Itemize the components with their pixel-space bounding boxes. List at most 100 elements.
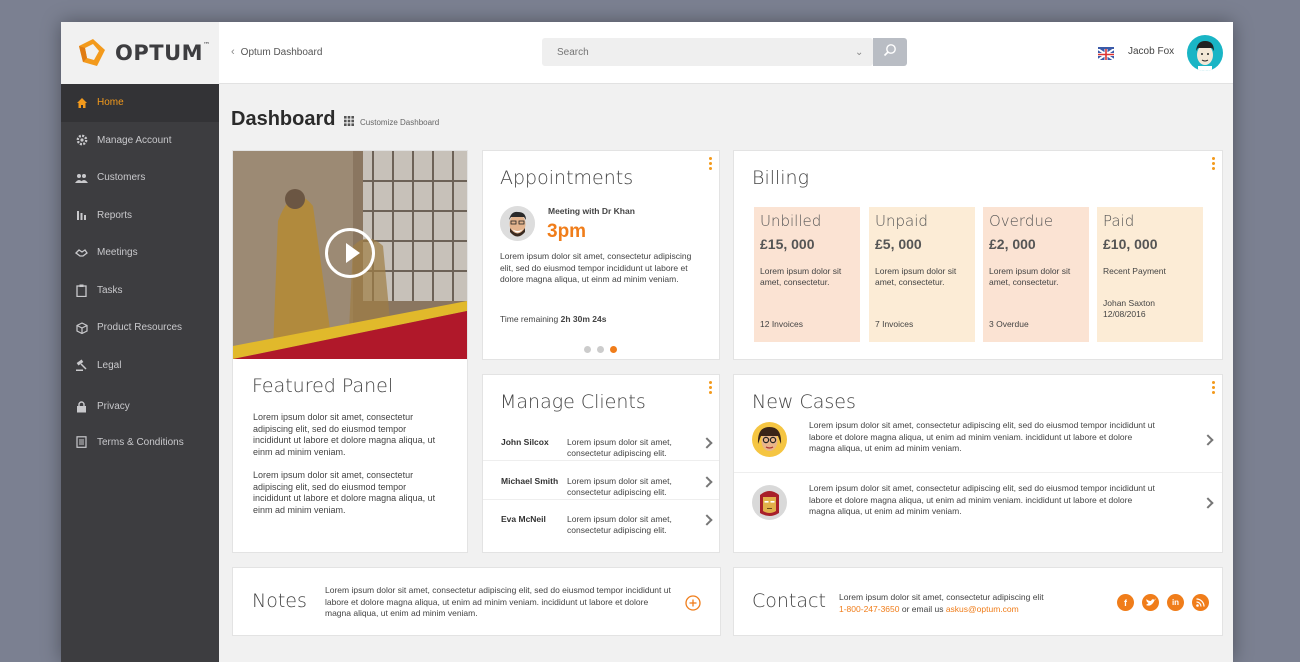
more-options-icon[interactable] (709, 157, 712, 170)
billing-tile-unbilled[interactable]: Unbilled £15, 000 Lorem ipsum dolor sit … (754, 207, 860, 342)
twitter-icon[interactable] (1142, 594, 1159, 611)
users-icon (75, 171, 88, 184)
search-icon (883, 43, 897, 62)
appointments-card: Appointments Meeting with Dr Khan 3pm Lo… (482, 150, 720, 360)
more-options-icon[interactable] (1212, 157, 1215, 170)
social-links: f in (1117, 594, 1209, 611)
contact-text: Lorem ipsum dolor sit amet, consectetur … (839, 592, 1044, 614)
handshake-icon (75, 246, 88, 259)
add-note-icon[interactable] (685, 595, 701, 616)
chevron-right-icon[interactable] (1202, 434, 1214, 446)
chevron-right-icon[interactable] (1202, 497, 1214, 509)
notes-card: Notes Lorem ipsum dolor sit amet, consec… (232, 567, 721, 636)
sidebar-item-label: Manage Account (97, 134, 172, 146)
featured-video-thumbnail[interactable] (233, 151, 467, 359)
case-avatar (752, 485, 787, 520)
chevron-right-icon[interactable] (701, 437, 713, 449)
search-box: ⌄ (542, 38, 873, 66)
sidebar-item-meetings[interactable]: Meetings (61, 234, 219, 272)
sidebar-item-tasks[interactable]: Tasks (61, 272, 219, 310)
bar-chart-icon (75, 209, 88, 222)
billing-tile-unpaid[interactable]: Unpaid £5, 000 Lorem ipsum dolor sit ame… (869, 207, 975, 342)
sidebar-item-terms[interactable]: Terms & Conditions (61, 426, 219, 459)
case-row[interactable]: Lorem ipsum dolor sit amet, consectetur … (734, 410, 1222, 473)
case-avatar (752, 422, 787, 457)
search-button[interactable] (873, 38, 907, 66)
manage-clients-card: Manage Clients John Silcox Lorem ipsum d… (482, 374, 720, 553)
logo[interactable]: OPTUM™ (61, 22, 219, 84)
clipboard-icon (75, 284, 88, 297)
sidebar-item-home[interactable]: Home (61, 84, 219, 122)
uk-flag-icon[interactable] (1097, 47, 1115, 61)
box-icon (75, 321, 88, 334)
home-icon (75, 96, 88, 109)
facebook-icon[interactable]: f (1117, 594, 1134, 611)
billing-tile-overdue[interactable]: Overdue £2, 000 Lorem ipsum dolor sit am… (983, 207, 1089, 342)
client-row[interactable]: Eva McNeil Lorem ipsum dolor sit amet, c… (483, 500, 719, 538)
appointments-title: Appointments (500, 167, 634, 189)
featured-panel-title: Featured Panel (252, 375, 394, 397)
sidebar-item-label: Product Resources (97, 322, 183, 334)
more-options-icon[interactable] (709, 381, 712, 394)
sidebar-item-privacy[interactable]: Privacy (61, 388, 219, 426)
lock-icon (75, 400, 88, 413)
sidebar-item-label: Customers (97, 172, 146, 184)
sidebar-item-customers[interactable]: Customers (61, 159, 219, 197)
customize-dashboard-link[interactable]: Customize Dashboard (344, 116, 439, 128)
breadcrumb[interactable]: ‹ Optum Dashboard (231, 46, 322, 58)
chevron-right-icon[interactable] (701, 476, 713, 488)
sidebar-item-label: Reports (97, 209, 133, 221)
client-row[interactable]: John Silcox Lorem ipsum dolor sit amet, … (483, 423, 719, 461)
more-options-icon[interactable] (1212, 381, 1215, 394)
sidebar-item-label: Privacy (97, 401, 130, 413)
customize-label: Customize Dashboard (360, 117, 440, 127)
case-row[interactable]: Lorem ipsum dolor sit amet, consectetur … (734, 473, 1222, 536)
grid-icon (344, 116, 354, 128)
top-header: ‹ Optum Dashboard ⌄ Jacob Fox (219, 22, 1233, 84)
email-link[interactable]: askus@optum.com (946, 604, 1019, 614)
billing-title: Billing (752, 167, 809, 189)
gear-icon (75, 134, 88, 147)
sidebar-item-label: Home (97, 97, 124, 109)
sidebar-item-legal[interactable]: Legal (61, 347, 219, 385)
featured-para-2: Lorem ipsum dolor sit amet, consectetur … (253, 470, 436, 515)
billing-tile-paid[interactable]: Paid £10, 000 Recent Payment Johan Saxto… (1097, 207, 1203, 342)
chevron-left-icon: ‹ (231, 46, 235, 58)
avatar[interactable] (1187, 35, 1223, 71)
sidebar: OPTUM™ Home Manage Account Customers Rep… (61, 22, 219, 662)
featured-panel: Featured Panel Lorem ipsum dolor sit ame… (232, 150, 468, 553)
play-icon[interactable] (325, 228, 375, 278)
notes-title: Notes (252, 590, 307, 612)
gavel-icon (75, 359, 88, 372)
time-remaining: Time remaining 2h 30m 24s (500, 314, 607, 324)
contact-title: Contact (752, 590, 826, 612)
meeting-time: 3pm (547, 221, 587, 242)
sidebar-item-product-resources[interactable]: Product Resources (61, 309, 219, 347)
notes-text: Lorem ipsum dolor sit amet, consectetur … (325, 585, 671, 618)
linkedin-icon[interactable]: in (1167, 594, 1184, 611)
featured-para-1: Lorem ipsum dolor sit amet, consectetur … (253, 412, 436, 457)
chevron-right-icon[interactable] (701, 514, 713, 526)
document-icon (75, 436, 88, 449)
sidebar-item-reports[interactable]: Reports (61, 197, 219, 235)
chevron-down-icon[interactable]: ⌄ (855, 47, 873, 58)
carousel-dots[interactable] (584, 346, 617, 353)
optum-logo-icon (75, 36, 109, 70)
rss-icon[interactable] (1192, 594, 1209, 611)
sidebar-item-label: Tasks (97, 284, 123, 296)
sidebar-item-label: Legal (97, 359, 122, 371)
manage-clients-title: Manage Clients (500, 391, 646, 413)
sidebar-item-manage-account[interactable]: Manage Account (61, 122, 219, 160)
contact-card: Contact Lorem ipsum dolor sit amet, cons… (733, 567, 1223, 636)
search-input[interactable] (542, 46, 855, 58)
logo-text: OPTUM™ (115, 41, 211, 65)
page-title: Dashboard (231, 108, 336, 130)
client-row[interactable]: Michael Smith Lorem ipsum dolor sit amet… (483, 462, 719, 500)
billing-card: Billing Unbilled £15, 000 Lorem ipsum do… (733, 150, 1223, 360)
doctor-avatar (500, 206, 535, 241)
phone-link[interactable]: 1-800-247-3650 (839, 604, 900, 614)
meeting-label: Meeting with Dr Khan (548, 206, 635, 216)
sidebar-item-label: Meetings (97, 247, 138, 259)
user-name[interactable]: Jacob Fox (1128, 46, 1174, 57)
new-cases-card: New Cases Lorem ipsum dolor sit amet, co… (733, 374, 1223, 553)
